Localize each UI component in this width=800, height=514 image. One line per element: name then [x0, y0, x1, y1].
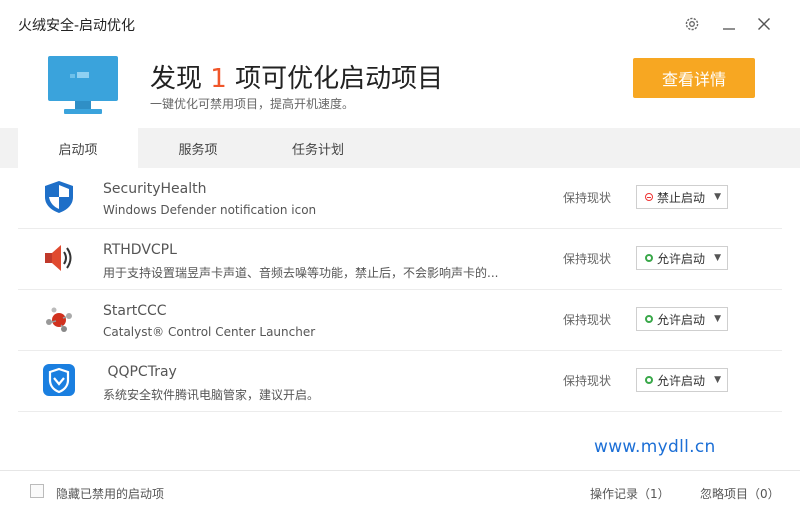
view-details-button[interactable]: 查看详情	[633, 58, 755, 98]
chevron-down-icon: ▼	[714, 314, 721, 324]
headline-subtitle: 一键优化可禁用项目，提高开机速度。	[150, 97, 355, 111]
close-icon[interactable]	[754, 14, 774, 34]
operation-log-link[interactable]: 操作记录（1）	[590, 485, 670, 502]
catalyst-icon	[42, 302, 76, 336]
dropdown-value: 允许启动	[657, 312, 706, 327]
window-title: 火绒安全-启动优化	[18, 18, 136, 34]
tab-services[interactable]: 服务项	[138, 128, 258, 168]
tab-startup-items[interactable]: 启动项	[18, 128, 138, 168]
chevron-down-icon: ▼	[714, 253, 721, 263]
startup-action-dropdown[interactable]: 允许启动 ▼	[636, 307, 728, 331]
item-status: 保持现状	[563, 191, 612, 205]
deny-icon	[645, 193, 653, 201]
startup-items-list: SecurityHealth Windows Defender notifica…	[18, 168, 782, 412]
optimizable-count: 1	[210, 64, 227, 94]
summary-header: 发现 1 项可优化启动项目 一键优化可禁用项目，提高开机速度。 查看详情	[0, 48, 800, 128]
item-description: Windows Defender notification icon	[103, 203, 317, 217]
allow-icon	[645, 254, 653, 262]
item-name: RTHDVCPL	[103, 242, 177, 258]
speaker-icon	[42, 241, 76, 275]
chevron-down-icon: ▼	[714, 375, 721, 385]
allow-icon	[645, 376, 653, 384]
item-name: StartCCC	[103, 303, 167, 319]
startup-action-dropdown[interactable]: 允许启动 ▼	[636, 368, 728, 392]
hide-disabled-checkbox[interactable]	[30, 484, 44, 498]
ignored-items-link[interactable]: 忽略项目（0）	[700, 485, 780, 502]
startup-action-dropdown[interactable]: 禁止启动 ▼	[636, 185, 728, 209]
dropdown-value: 禁止启动	[657, 190, 706, 205]
watermark-text: www.mydll.cn	[594, 437, 716, 457]
item-status: 保持现状	[563, 313, 612, 327]
monitor-icon	[48, 56, 118, 118]
item-status: 保持现状	[563, 252, 612, 266]
tab-scheduled-tasks[interactable]: 任务计划	[258, 128, 378, 168]
item-name: QQPCTray	[103, 364, 177, 380]
dropdown-value: 允许启动	[657, 373, 706, 388]
chevron-down-icon: ▼	[714, 192, 721, 202]
dropdown-value: 允许启动	[657, 251, 706, 266]
defender-shield-icon	[42, 180, 76, 214]
list-item: StartCCC Catalyst® Control Center Launch…	[18, 290, 782, 351]
tab-bar: 启动项 服务项 任务计划	[0, 128, 800, 168]
item-description: 系统安全软件腾讯电脑管家，建议开启。	[103, 388, 320, 402]
qq-pc-manager-icon	[42, 363, 76, 397]
item-name: SecurityHealth	[103, 181, 207, 197]
gear-icon[interactable]	[682, 14, 702, 34]
list-item: QQPCTray 系统安全软件腾讯电脑管家，建议开启。 保持现状 允许启动 ▼	[18, 351, 782, 412]
allow-icon	[645, 315, 653, 323]
item-description: Catalyst® Control Center Launcher	[103, 325, 316, 339]
minimize-icon[interactable]	[719, 14, 739, 34]
item-description: 用于支持设置瑞昱声卡声道、音频去噪等功能，禁止后，不会影响声卡的...	[103, 266, 499, 280]
hide-disabled-label[interactable]: 隐藏已禁用的启动项	[56, 485, 164, 502]
item-status: 保持现状	[563, 374, 612, 388]
title-bar: 火绒安全-启动优化	[0, 0, 800, 48]
startup-action-dropdown[interactable]: 允许启动 ▼	[636, 246, 728, 270]
list-item: SecurityHealth Windows Defender notifica…	[18, 168, 782, 229]
list-item: RTHDVCPL 用于支持设置瑞昱声卡声道、音频去噪等功能，禁止后，不会影响声卡…	[18, 229, 782, 290]
headline: 发现 1 项可优化启动项目	[150, 64, 444, 94]
footer-bar: 隐藏已禁用的启动项 操作记录（1） 忽略项目（0）	[0, 470, 800, 514]
